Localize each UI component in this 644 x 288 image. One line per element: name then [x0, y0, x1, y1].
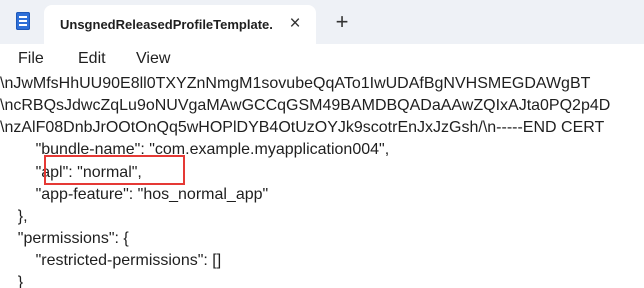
code-line: \nzAlF08DnbJrOOtOnQq5wHOPlDYB4OtUzOYJk9s…: [0, 119, 605, 136]
code-line: "app-feature": "hos_normal_app": [0, 186, 269, 203]
highlight-box: [44, 155, 185, 185]
code-line: "permissions": {: [0, 230, 129, 247]
menu-file[interactable]: File: [18, 50, 44, 68]
menu-bar: File Edit View: [0, 44, 644, 76]
new-tab-icon[interactable]: +: [330, 10, 354, 34]
code-line: \ncRBQsJdwcZqLu9oNUVgaMAwGCCqGSM49BAMDBQ…: [0, 97, 611, 114]
code-line: "restricted-permissions": []: [0, 252, 222, 269]
notepad-icon: [16, 12, 30, 30]
tab-document[interactable]: UnsgnedReleasedProfileTemplate. ×: [44, 5, 316, 44]
code-line: }: [0, 274, 24, 288]
menu-view[interactable]: View: [136, 50, 170, 68]
tab-title: UnsgnedReleasedProfileTemplate.: [60, 17, 273, 32]
menu-edit[interactable]: Edit: [78, 50, 106, 68]
code-line: \nJwMfsHhUU90E8ll0TXYZnNmgM1sovubeQqATo1…: [0, 76, 591, 92]
title-bar: UnsgnedReleasedProfileTemplate. × +: [0, 0, 644, 44]
code-line: },: [0, 208, 28, 225]
close-icon[interactable]: ×: [284, 13, 306, 35]
